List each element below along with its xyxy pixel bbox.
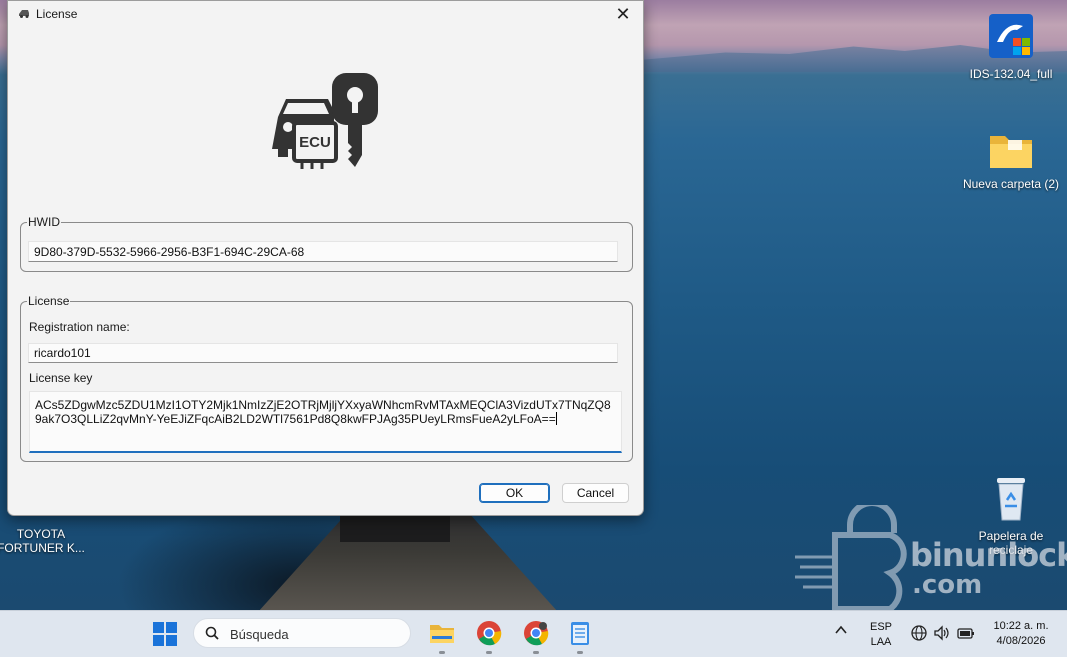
running-indicator [486, 651, 492, 654]
file-explorer-icon[interactable] [428, 619, 456, 647]
battery-icon[interactable] [957, 624, 975, 642]
logo-ecu-text: ECU [299, 134, 331, 151]
text-caret [555, 412, 557, 425]
chrome-icon[interactable] [475, 619, 503, 647]
license-dialog: License ✕ ECU HWID 9D80-379D-5532-5966-2… [7, 0, 644, 516]
ok-button[interactable]: OK [479, 483, 550, 503]
notepad-icon[interactable] [566, 619, 594, 647]
input-language-indicator[interactable]: ESP LAA [868, 620, 894, 650]
volume-icon[interactable] [933, 624, 951, 642]
chrome-alt-icon[interactable] [522, 619, 550, 647]
license-key-text: ACs5ZDgwMzc5ZDU1MzI1OTY2Mjk1NmIzZjE2OTRj… [35, 398, 611, 426]
cancel-button[interactable]: Cancel [562, 483, 629, 503]
wallpaper-pier-shadow [340, 512, 450, 542]
license-key-field[interactable]: ACs5ZDgwMzc5ZDU1MzI1OTY2Mjk1NmIzZjE2OTRj… [29, 391, 622, 453]
registration-name-field[interactable]: ricardo101 [28, 343, 618, 363]
running-indicator [533, 651, 539, 654]
lang-line2: LAA [870, 636, 892, 648]
network-globe-icon[interactable] [910, 624, 928, 642]
desktop-icon-label: TOYOTA FORTUNER K... [0, 527, 85, 555]
hwid-legend: HWID [28, 215, 60, 229]
taskbar-search[interactable]: Búsqueda [193, 618, 411, 648]
search-placeholder: Búsqueda [230, 627, 289, 642]
lang-line1: ESP [869, 621, 892, 633]
chevron-up-icon[interactable] [835, 625, 847, 635]
license-legend: License [28, 294, 70, 308]
taskbar: Búsqueda ESP LAA 10:22 a. m. 4/08/2026 [0, 610, 1067, 657]
windows-start-icon[interactable] [150, 621, 180, 647]
installer-icon [989, 14, 1033, 58]
running-indicator [439, 651, 445, 654]
search-icon [205, 626, 219, 640]
clock-time: 10:22 a. m. [993, 620, 1049, 632]
desktop-icon-label: Nueva carpeta (2) [962, 177, 1060, 191]
desktop-icon-label: IDS-132.04_full [969, 67, 1053, 81]
watermark-text: binunlock [910, 536, 1067, 574]
folder-icon [990, 136, 1032, 168]
desktop-icon-toyota[interactable]: TOYOTA FORTUNER K... [0, 512, 91, 555]
desktop-icon-folder[interactable]: Nueva carpeta (2) [961, 130, 1061, 191]
desktop-icon-ids[interactable]: IDS-132.04_full [961, 12, 1061, 81]
license-key-label: License key [29, 371, 93, 385]
title-bar[interactable]: License ✕ [8, 1, 643, 27]
system-clock[interactable]: 10:22 a. m. 4/08/2026 [986, 619, 1056, 649]
watermark-domain: .com [912, 570, 983, 600]
clock-date: 4/08/2026 [996, 635, 1046, 647]
close-button[interactable]: ✕ [603, 1, 643, 27]
dialog-title: License [36, 7, 78, 21]
running-indicator [577, 651, 583, 654]
hwid-field[interactable]: 9D80-379D-5532-5966-2956-B3F1-694C-29CA-… [28, 241, 618, 262]
app-icon [19, 10, 29, 18]
ecu-key-logo-icon: ECU [272, 73, 378, 169]
close-icon: ✕ [615, 3, 631, 24]
registration-name-label: Registration name: [29, 320, 130, 334]
